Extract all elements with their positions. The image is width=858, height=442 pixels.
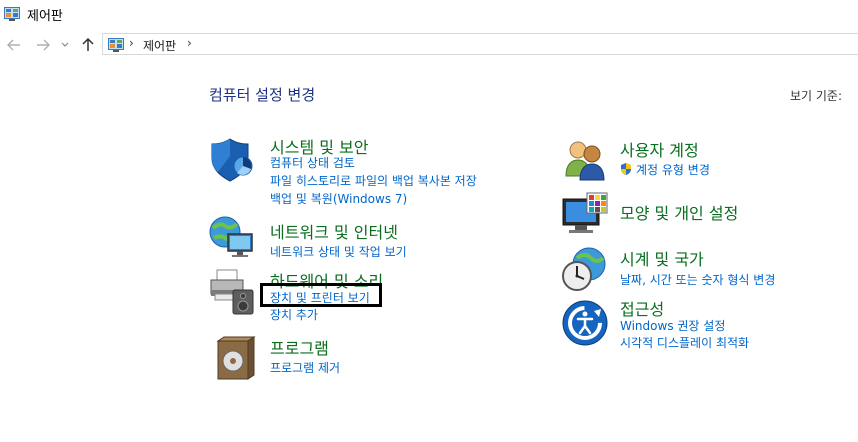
- accessibility-icon[interactable]: [561, 299, 609, 347]
- navigation-bar: › 제어판 ›: [0, 31, 858, 59]
- link-change-account-type[interactable]: 계정 유형 변경: [636, 161, 710, 178]
- address-bar[interactable]: › 제어판 ›: [102, 33, 858, 55]
- link-uninstall-program[interactable]: 프로그램 제거: [270, 359, 340, 376]
- programs-box-icon[interactable]: [212, 335, 260, 383]
- title-bar: 제어판: [0, 0, 858, 30]
- link-file-history-backup[interactable]: 파일 히스토리로 파일의 백업 복사본 저장: [270, 172, 477, 189]
- printer-speaker-icon[interactable]: [209, 268, 257, 316]
- link-network-status-tasks[interactable]: 네트워크 상태 및 작업 보기: [270, 243, 407, 260]
- category-clock-region[interactable]: 시계 및 국가: [620, 246, 704, 270]
- network-globe-icon[interactable]: [208, 214, 256, 262]
- chevron-down-icon: [61, 42, 69, 48]
- category-network-internet[interactable]: 네트워크 및 인터넷: [270, 219, 398, 243]
- uac-shield-icon: [619, 161, 633, 175]
- view-by-label[interactable]: 보기 기준:: [790, 87, 842, 104]
- breadcrumb-separator[interactable]: ›: [129, 36, 134, 50]
- link-review-computer-status[interactable]: 컴퓨터 상태 검토: [270, 154, 355, 171]
- recent-locations-button[interactable]: [58, 35, 72, 55]
- arrow-right-icon: [36, 39, 50, 51]
- category-appearance-personalization[interactable]: 모양 및 개인 설정: [620, 200, 738, 224]
- display-personalization-icon[interactable]: [561, 191, 609, 239]
- users-icon[interactable]: [562, 136, 610, 184]
- up-button[interactable]: [78, 35, 98, 55]
- arrow-left-icon: [7, 39, 21, 51]
- page-title: 컴퓨터 설정 변경: [209, 86, 316, 104]
- category-programs[interactable]: 프로그램: [270, 335, 329, 359]
- link-add-device[interactable]: 장치 추가: [270, 306, 318, 323]
- forward-button[interactable]: [33, 35, 53, 55]
- control-panel-icon: [108, 37, 124, 52]
- link-change-date-time-format[interactable]: 날짜, 시간 또는 숫자 형식 변경: [620, 271, 775, 288]
- control-panel-icon: [4, 6, 20, 21]
- link-optimize-visual-display[interactable]: 시각적 디스플레이 최적화: [620, 334, 749, 351]
- highlight-rectangle: [260, 283, 382, 307]
- breadcrumb-control-panel[interactable]: 제어판: [143, 37, 176, 54]
- link-backup-restore[interactable]: 백업 및 복원(Windows 7): [270, 190, 407, 207]
- breadcrumb-separator[interactable]: ›: [187, 36, 192, 50]
- category-user-accounts[interactable]: 사용자 계정: [620, 137, 699, 161]
- window-title: 제어판: [27, 9, 63, 24]
- back-button[interactable]: [4, 35, 24, 55]
- link-windows-recommended-settings[interactable]: Windows 권장 설정: [620, 317, 725, 334]
- clock-globe-icon[interactable]: [561, 246, 609, 294]
- shield-icon[interactable]: [210, 136, 258, 184]
- arrow-up-icon: [82, 38, 94, 52]
